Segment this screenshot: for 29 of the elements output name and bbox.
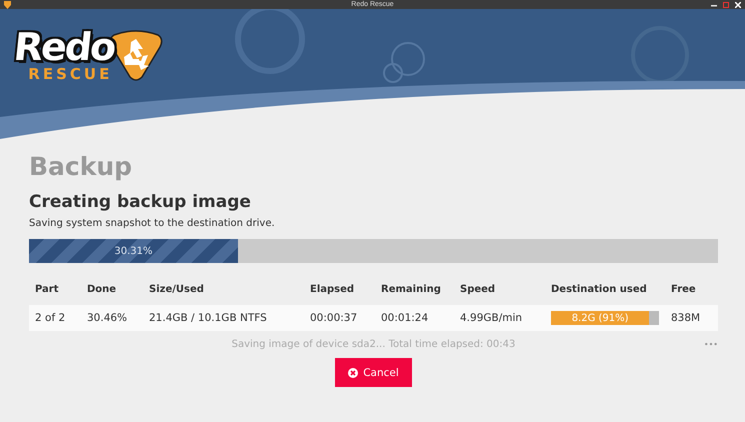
column-header: Free [670, 283, 697, 297]
logo-tagline: RESCUE [28, 65, 112, 83]
destination-usage-label: 8.2G (91%) [572, 312, 629, 324]
column-header: Speed [459, 283, 496, 297]
more-button[interactable]: ••• [704, 340, 718, 348]
description-text: Saving system snapshot to the destination drive. [29, 217, 276, 231]
maximize-icon[interactable] [723, 2, 729, 8]
cancel-button[interactable]: Cancel [335, 358, 412, 387]
table-cell: 00:00:37 [304, 305, 375, 331]
section-heading: Creating backup image [29, 191, 252, 213]
column-header: Done [86, 283, 118, 297]
column-header: Part [34, 283, 60, 297]
page-title: Backup [29, 151, 134, 183]
status-text: Saving image of device sda2... Total time elapsed: 00:43 [232, 338, 516, 350]
progress-label: 30.31% [114, 246, 152, 256]
table-cell: 838M [665, 305, 718, 331]
close-circle-icon [348, 368, 358, 378]
logo-wordmark: Redo [12, 27, 116, 67]
column-header: Remaining [380, 283, 442, 297]
table-cell: 2 of 2 [29, 305, 81, 331]
column-header: Elapsed [309, 283, 356, 297]
table-cell: 00:01:24 [375, 305, 454, 331]
column-header: Destination used [550, 283, 648, 297]
table-cell: 4.99GB/min [454, 305, 545, 331]
column-header: Size/Used [148, 283, 205, 297]
shield-icon [4, 0, 11, 8]
table-cell: 21.4GB / 10.1GB NTFS [143, 305, 304, 331]
close-icon[interactable] [735, 2, 741, 8]
table-cell: 30.46% [81, 305, 143, 331]
